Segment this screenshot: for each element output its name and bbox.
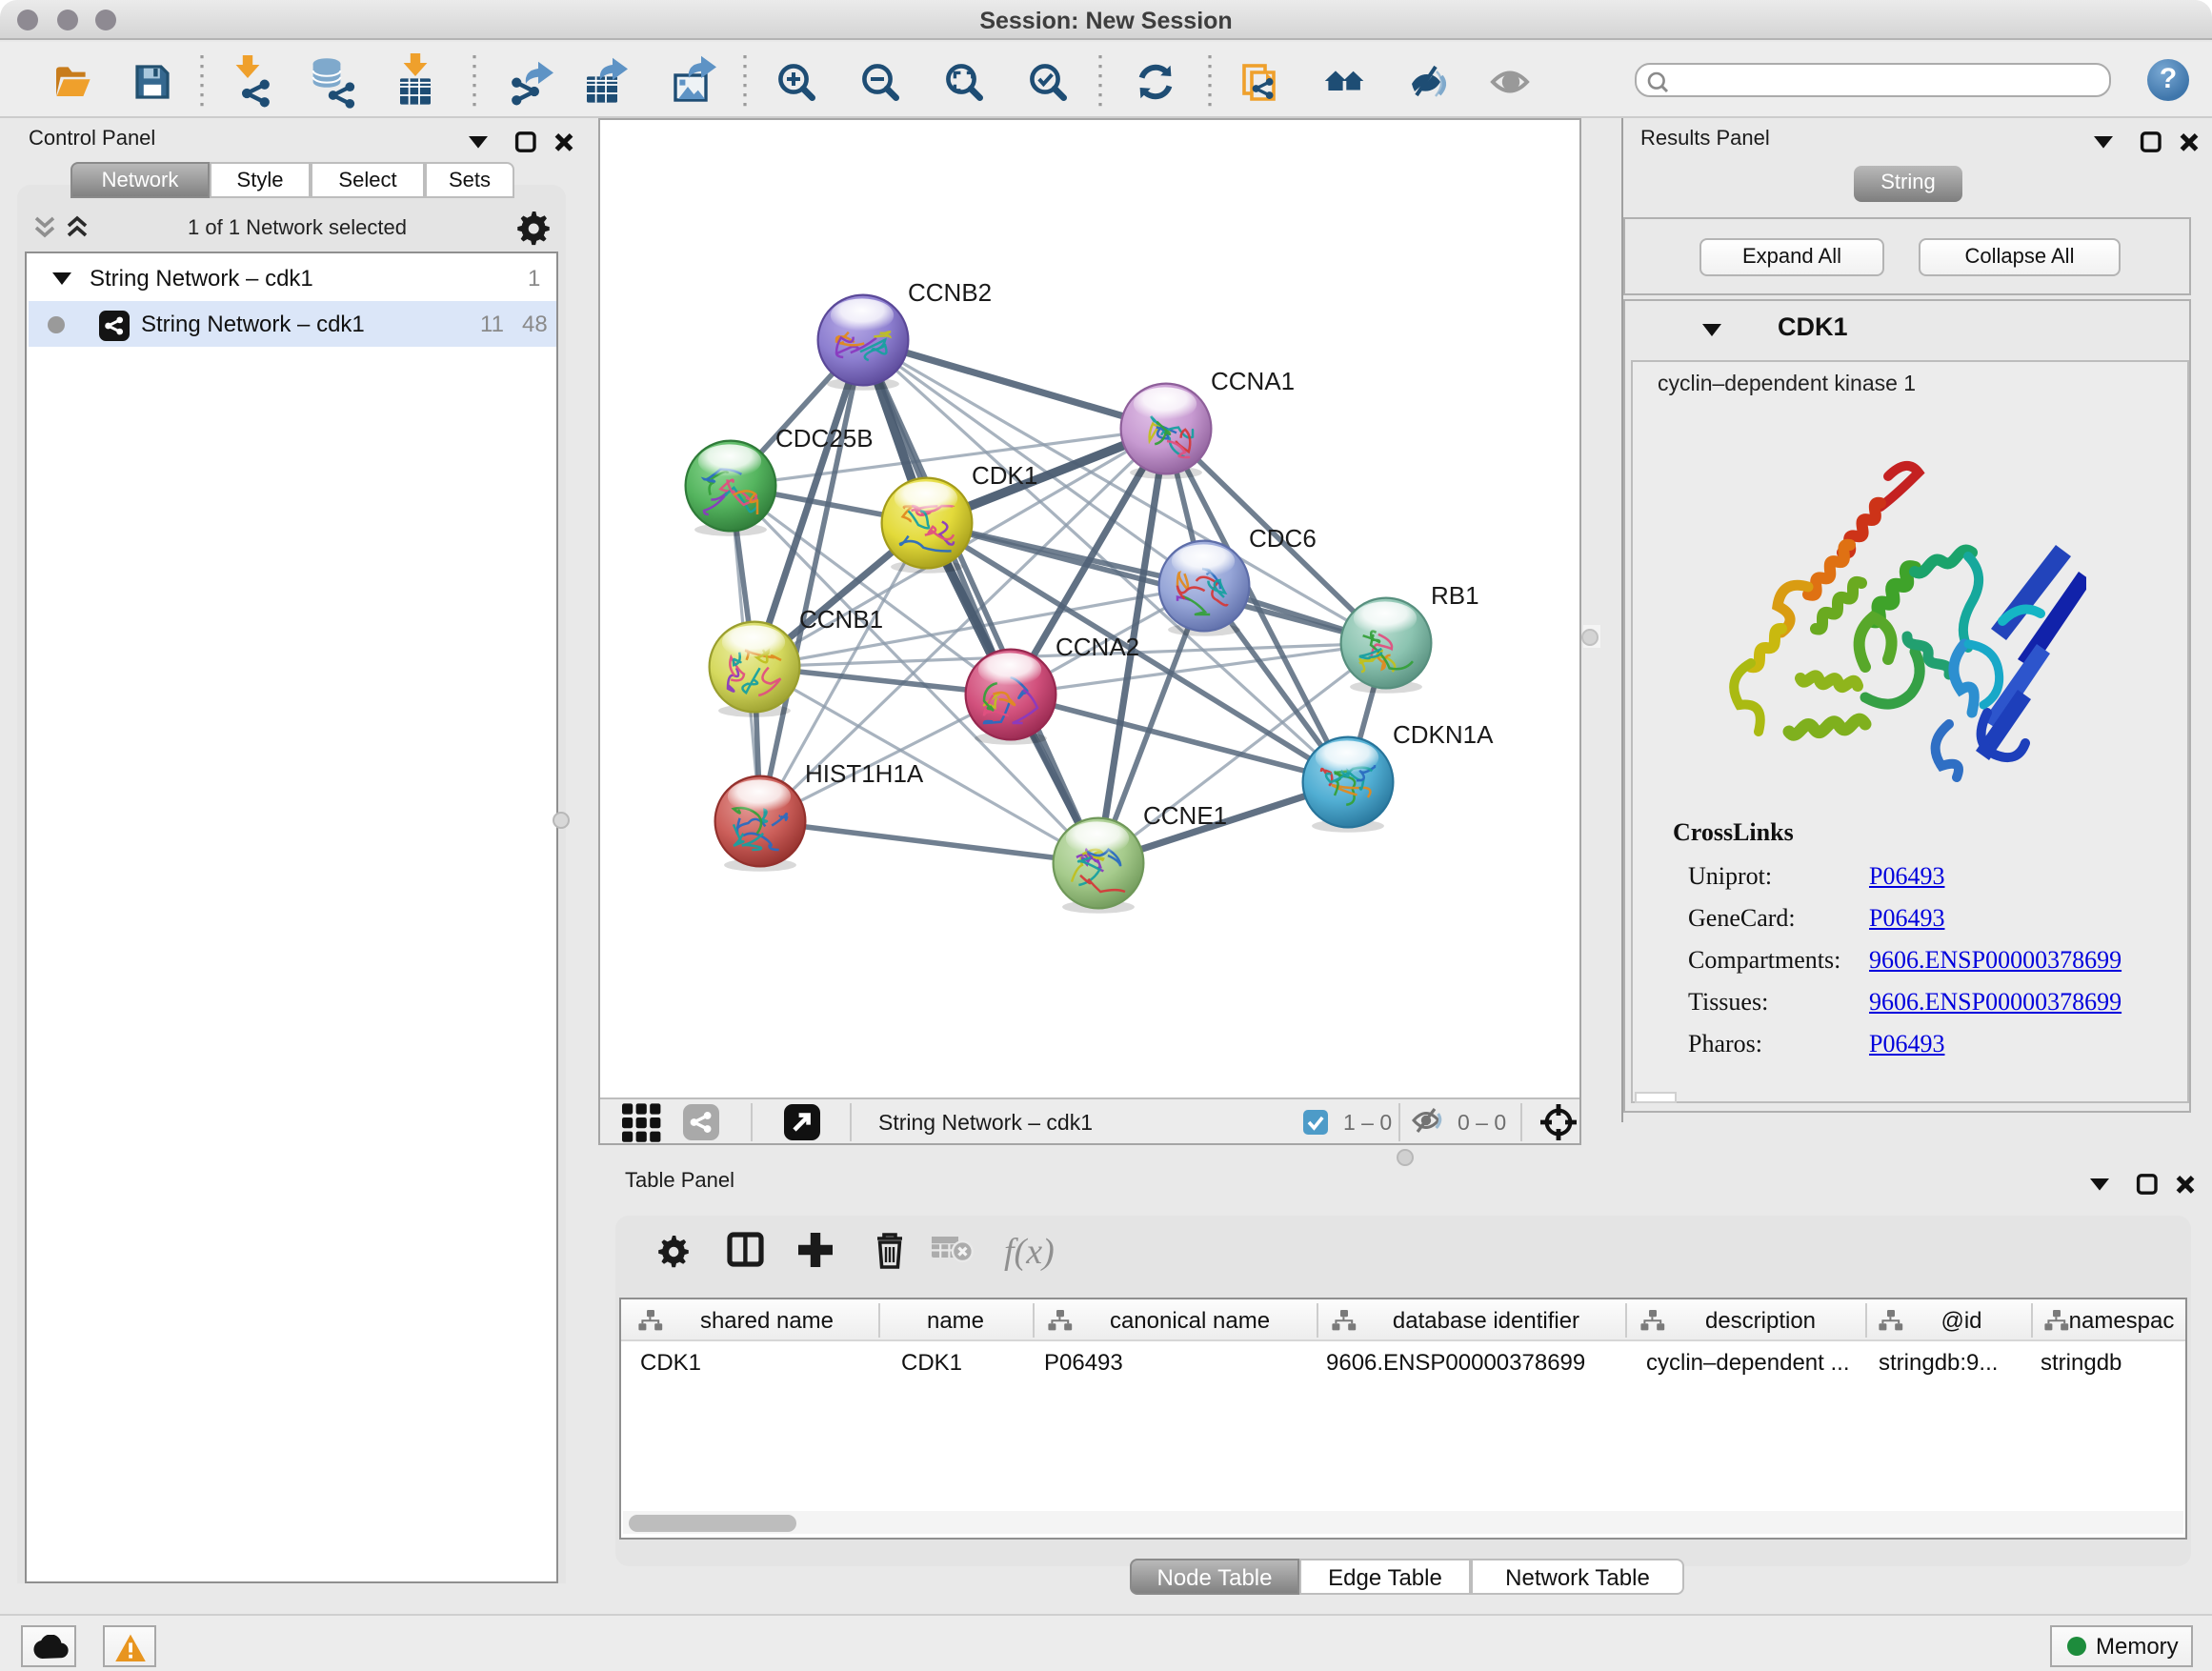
svg-text:f(x): f(x) xyxy=(1004,1232,1055,1272)
svg-text:CCNA1: CCNA1 xyxy=(1211,367,1295,395)
svg-text:CDKN1A: CDKN1A xyxy=(1393,720,1494,749)
svg-text:0 – 0: 0 – 0 xyxy=(1458,1110,1506,1135)
svg-text:CDK1: CDK1 xyxy=(972,461,1037,490)
svg-text:String Network – cdk1: String Network – cdk1 xyxy=(878,1110,1093,1135)
svg-text:CCNA2: CCNA2 xyxy=(1056,633,1139,661)
svg-text:CCNE1: CCNE1 xyxy=(1143,801,1227,830)
svg-text:HIST1H1A: HIST1H1A xyxy=(805,759,924,788)
svg-text:1 – 0: 1 – 0 xyxy=(1343,1110,1392,1135)
svg-text:CDC25B: CDC25B xyxy=(775,424,874,453)
svg-text:CCNB2: CCNB2 xyxy=(908,278,992,307)
svg-text:CCNB1: CCNB1 xyxy=(799,605,883,634)
svg-text:CDC6: CDC6 xyxy=(1249,524,1317,553)
svg-text:RB1: RB1 xyxy=(1431,581,1479,610)
